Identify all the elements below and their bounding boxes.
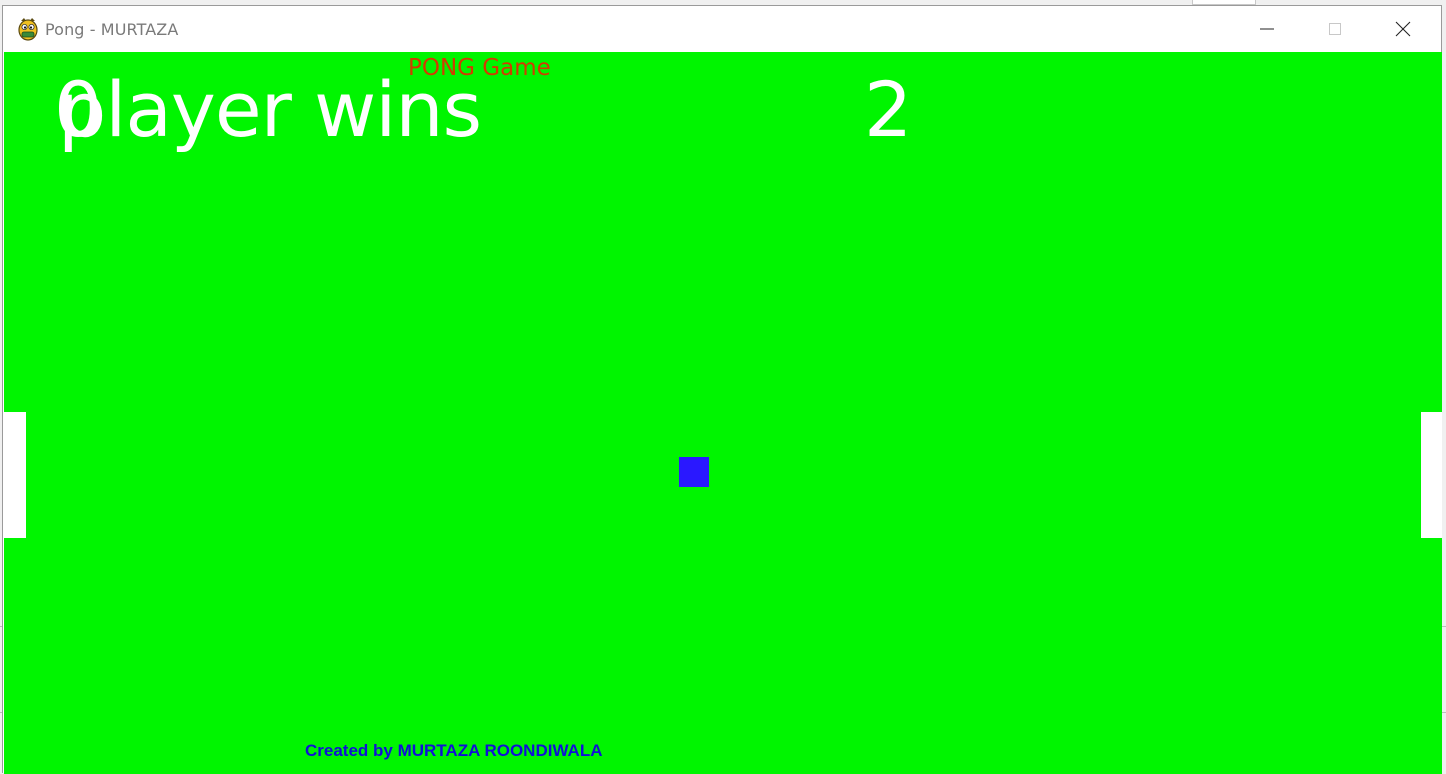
background-divider — [1442, 712, 1446, 713]
minimize-icon — [1260, 28, 1274, 30]
right-paddle — [1421, 412, 1442, 538]
background-divider — [1442, 626, 1446, 627]
left-paddle — [4, 412, 26, 538]
right-player-score: 2 — [864, 65, 913, 154]
maximize-icon — [1329, 23, 1341, 35]
close-button[interactable] — [1369, 6, 1437, 52]
pygame-snake-icon — [17, 17, 39, 41]
minimize-button[interactable] — [1233, 6, 1301, 52]
win-message: player wins — [58, 65, 482, 154]
game-window: Pong - MURTAZA PONG Game 0 player wins 2… — [2, 5, 1442, 774]
title-bar[interactable]: Pong - MURTAZA — [3, 6, 1441, 52]
window-title: Pong - MURTAZA — [45, 20, 179, 39]
maximize-button[interactable] — [1301, 6, 1369, 52]
ball — [679, 457, 709, 487]
game-canvas[interactable]: PONG Game 0 player wins 2 Created by MUR… — [4, 52, 1442, 774]
close-icon — [1395, 21, 1411, 37]
credit-text: Created by MURTAZA ROONDIWALA — [305, 741, 603, 760]
